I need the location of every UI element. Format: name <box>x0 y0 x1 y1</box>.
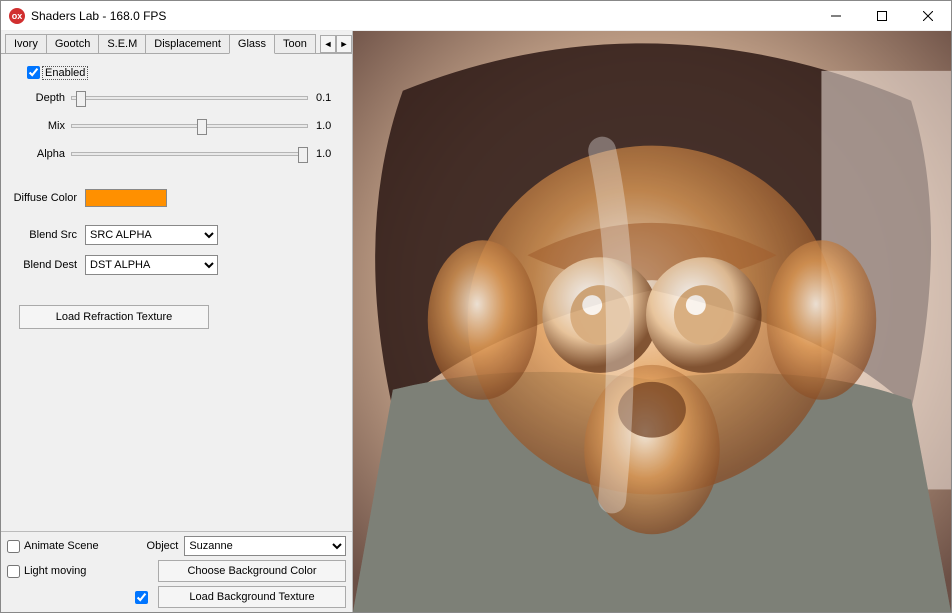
tabstrip: Ivory Gootch S.E.M Displacement Glass To… <box>1 31 352 53</box>
maximize-button[interactable] <box>859 1 905 31</box>
window-title: Shaders Lab - 168.0 FPS <box>31 9 813 23</box>
animate-scene-label: Animate Scene <box>24 540 129 552</box>
close-button[interactable] <box>905 1 951 31</box>
tab-toon[interactable]: Toon <box>274 34 316 53</box>
minimize-button[interactable] <box>813 1 859 31</box>
depth-slider[interactable] <box>71 89 308 107</box>
alpha-value: 1.0 <box>308 148 340 160</box>
titlebar: ox Shaders Lab - 168.0 FPS <box>1 1 951 31</box>
blend-src-combo[interactable]: SRC ALPHA <box>85 225 218 245</box>
choose-bg-color-button[interactable]: Choose Background Color <box>158 560 346 582</box>
tab-scroll-buttons: ◄ ► <box>320 35 352 53</box>
load-bg-texture-button[interactable]: Load Background Texture <box>158 586 346 608</box>
tab-scroll-right[interactable]: ► <box>336 35 352 53</box>
depth-thumb[interactable] <box>76 91 86 107</box>
alpha-label: Alpha <box>13 148 71 160</box>
tab-sem[interactable]: S.E.M <box>98 34 146 53</box>
app-window: ox Shaders Lab - 168.0 FPS Ivory Gootch … <box>0 0 952 613</box>
left-panel: Ivory Gootch S.E.M Displacement Glass To… <box>1 31 353 612</box>
blend-src-label: Blend Src <box>13 229 85 241</box>
enabled-checkbox[interactable] <box>27 66 40 79</box>
alpha-thumb[interactable] <box>298 147 308 163</box>
bg-texture-checkbox[interactable] <box>135 591 148 604</box>
depth-label: Depth <box>13 92 71 104</box>
blend-dest-combo[interactable]: DST ALPHA <box>85 255 218 275</box>
tab-displacement[interactable]: Displacement <box>145 34 230 53</box>
animate-scene-checkbox[interactable] <box>7 540 20 553</box>
tab-gootch[interactable]: Gootch <box>46 34 99 53</box>
bottom-bar: Animate Scene Object Suzanne Light movin… <box>1 531 352 612</box>
mix-label: Mix <box>13 120 71 132</box>
render-preview <box>353 31 951 612</box>
tab-scroll-left[interactable]: ◄ <box>320 35 336 53</box>
mix-thumb[interactable] <box>197 119 207 135</box>
glass-panel: Enabled Depth 0.1 Mix 1.0 <box>1 53 352 531</box>
tab-ivory[interactable]: Ivory <box>5 34 47 53</box>
load-refraction-button[interactable]: Load Refraction Texture <box>19 305 209 329</box>
body: Ivory Gootch S.E.M Displacement Glass To… <box>1 31 951 612</box>
object-label: Object <box>147 540 179 552</box>
app-icon: ox <box>9 8 25 24</box>
mix-slider[interactable] <box>71 117 308 135</box>
enabled-label: Enabled <box>43 67 87 79</box>
blend-dest-label: Blend Dest <box>13 259 85 271</box>
light-moving-checkbox[interactable] <box>7 565 20 578</box>
tab-glass[interactable]: Glass <box>229 34 275 54</box>
viewport[interactable] <box>353 31 951 612</box>
diffuse-color-swatch[interactable] <box>85 189 167 207</box>
object-combo[interactable]: Suzanne <box>184 536 346 556</box>
depth-value: 0.1 <box>308 92 340 104</box>
alpha-slider[interactable] <box>71 145 308 163</box>
mix-value: 1.0 <box>308 120 340 132</box>
light-moving-label: Light moving <box>24 565 134 577</box>
diffuse-color-label: Diffuse Color <box>13 192 85 204</box>
